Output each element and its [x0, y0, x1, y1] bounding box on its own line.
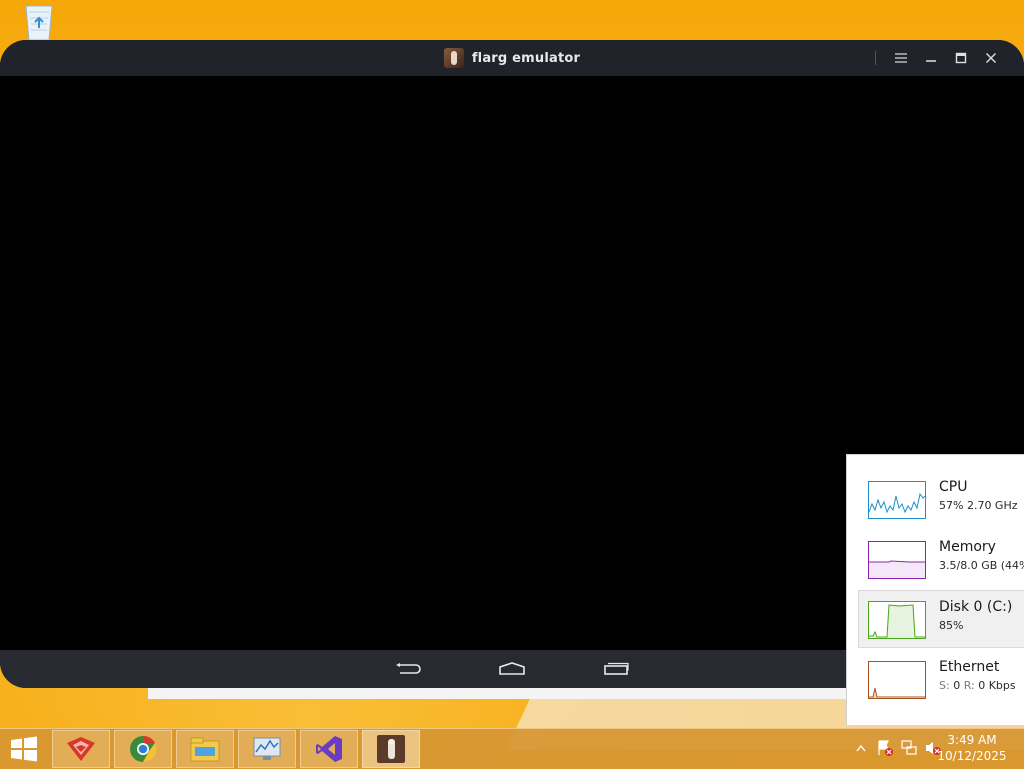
show-hidden-icons[interactable]: [852, 739, 870, 757]
resource-monitor-icon[interactable]: [238, 730, 296, 768]
recent-apps-icon[interactable]: [594, 654, 638, 684]
send-label: S:: [939, 679, 950, 692]
flarg-emulator-icon[interactable]: [362, 730, 420, 768]
chrome-icon[interactable]: [114, 730, 172, 768]
recycle-bin-icon[interactable]: [20, 2, 58, 42]
home-icon[interactable]: [490, 654, 534, 684]
emulator-titlebar[interactable]: flarg emulator: [0, 40, 1024, 76]
send-value: 0: [953, 679, 961, 692]
app-icon: [443, 48, 464, 68]
perf-item-memory[interactable]: Memory 3.5/8.0 GB (44%): [859, 531, 1024, 587]
maximize-icon[interactable]: [946, 40, 976, 76]
start-button[interactable]: [0, 729, 48, 769]
cpu-graph: [868, 481, 926, 519]
perf-item-ethernet[interactable]: Ethernet S: 0 R: 0 Kbps: [859, 651, 1024, 707]
receive-value: 0 Kbps: [978, 679, 1016, 692]
disk-graph: [868, 601, 926, 639]
ethernet-graph: [868, 661, 926, 699]
ethernet-stats: S: 0 R: 0 Kbps: [939, 679, 1016, 692]
menu-icon[interactable]: [886, 40, 916, 76]
back-icon[interactable]: [386, 654, 430, 684]
cpu-label: CPU: [939, 479, 968, 495]
ethernet-label: Ethernet: [939, 659, 1000, 675]
titlebar-separator: [875, 51, 876, 65]
perf-item-disk[interactable]: Disk 0 (C:) 85%: [858, 590, 1024, 648]
foxit-reader-icon[interactable]: [52, 730, 110, 768]
visual-studio-icon[interactable]: [300, 730, 358, 768]
cpu-stats: 57% 2.70 GHz: [939, 499, 1018, 512]
memory-graph: [868, 541, 926, 579]
system-clock[interactable]: 3:49 AM 10/12/2025: [932, 732, 1012, 764]
minimize-icon[interactable]: [916, 40, 946, 76]
memory-label: Memory: [939, 539, 996, 555]
clock-time: 3:49 AM: [947, 733, 997, 747]
disk-stats: 85%: [939, 619, 964, 632]
action-center-icon[interactable]: [876, 739, 894, 757]
windows-logo-icon: [11, 736, 37, 762]
task-manager-performance-panel: CPU 57% 2.70 GHz Memory 3.5/8.0 GB (44%)…: [846, 454, 1024, 725]
file-explorer-icon[interactable]: [176, 730, 234, 768]
receive-label: R:: [963, 679, 975, 692]
close-icon[interactable]: [976, 40, 1006, 76]
memory-stats: 3.5/8.0 GB (44%): [939, 559, 1024, 572]
disk-label: Disk 0 (C:): [939, 599, 1013, 615]
clock-date: 10/12/2025: [937, 749, 1007, 763]
perf-item-cpu[interactable]: CPU 57% 2.70 GHz: [859, 471, 1024, 527]
window-title: flarg emulator: [471, 50, 581, 66]
network-icon[interactable]: [900, 739, 918, 757]
taskbar: 3:49 AM 10/12/2025: [0, 728, 1024, 769]
